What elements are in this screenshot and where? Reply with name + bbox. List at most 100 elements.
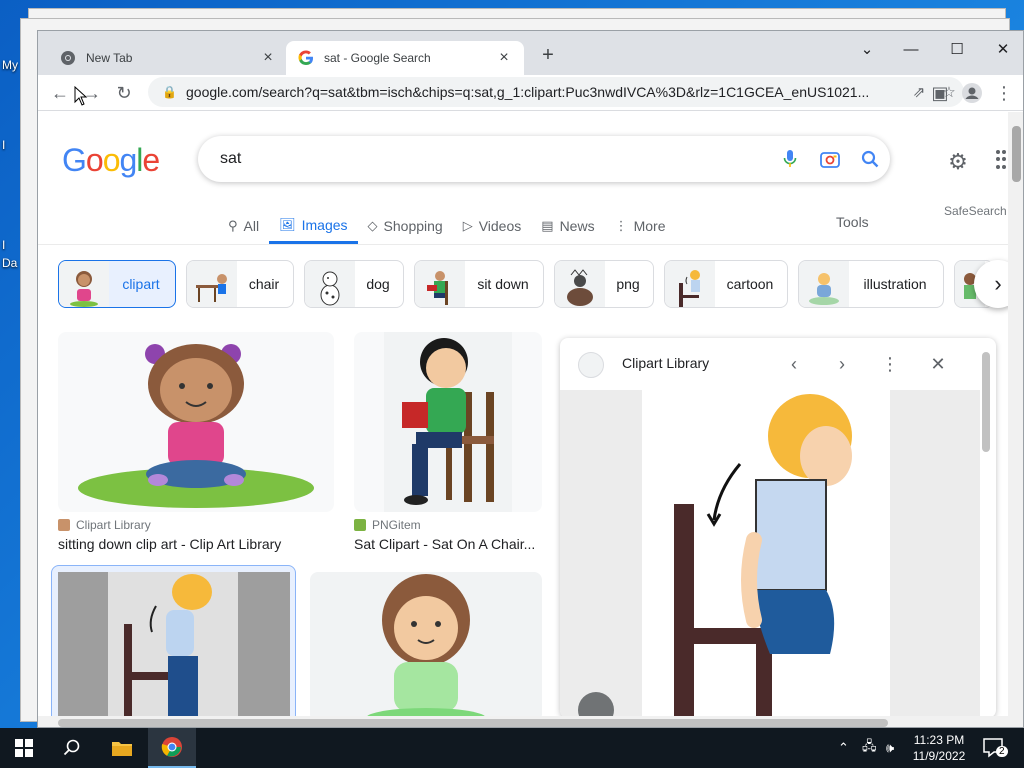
safesearch-label[interactable]: SafeSearch bbox=[944, 204, 1007, 218]
clock-time: 11:23 PM bbox=[913, 733, 965, 747]
preview-image-boy-sitting[interactable] bbox=[560, 390, 980, 716]
side-panel-icon[interactable]: ▣ bbox=[926, 79, 954, 107]
lock-icon[interactable]: 🔒 bbox=[162, 85, 177, 99]
chip-thumbnail bbox=[665, 261, 715, 307]
close-tab-icon[interactable]: × bbox=[260, 49, 276, 66]
address-bar[interactable]: 🔒 google.com/search?q=sat&tbm=isch&chips… bbox=[148, 77, 964, 107]
chip-label: illustration bbox=[863, 276, 927, 292]
browser-window: New Tab × sat - Google Search × + ⌄ — ☐ … bbox=[37, 30, 1024, 728]
chevron-right-icon[interactable]: › bbox=[830, 352, 854, 376]
chevron-left-icon[interactable]: ‹ bbox=[782, 352, 806, 376]
panel-source-title[interactable]: Clipart Library bbox=[622, 355, 709, 371]
search-icon: ⚲ bbox=[228, 218, 238, 233]
url-text[interactable]: google.com/search?q=sat&tbm=isch&chips=q… bbox=[186, 84, 904, 100]
notification-center-icon[interactable]: 2 bbox=[982, 736, 1008, 760]
desktop-icon-label[interactable]: I bbox=[2, 138, 5, 152]
chip-clipart[interactable]: clipart bbox=[58, 260, 176, 308]
camera-lens-icon[interactable] bbox=[810, 139, 850, 179]
chrome-taskbar-icon[interactable] bbox=[148, 728, 196, 768]
chip-sit-down[interactable]: sit down bbox=[414, 260, 544, 308]
result-title[interactable]: sitting down clip art - Clip Art Library bbox=[58, 536, 334, 552]
play-icon: ▷ bbox=[462, 218, 473, 233]
result-image-boy-sitting-selected[interactable] bbox=[51, 565, 296, 716]
tab-images[interactable]: 🖼 Images bbox=[269, 208, 358, 244]
system-clock[interactable]: 11:23 PM 11/9/2022 bbox=[908, 732, 970, 764]
chip-png[interactable]: png bbox=[554, 260, 654, 308]
chip-label: sit down bbox=[477, 276, 529, 292]
page-vertical-scrollbar[interactable] bbox=[1008, 112, 1023, 727]
chip-thumbnail bbox=[415, 261, 465, 307]
desktop-icon-label[interactable]: I bbox=[2, 238, 5, 252]
tab-strip: New Tab × sat - Google Search × + ⌄ — ☐ … bbox=[38, 31, 1023, 75]
chip-dog[interactable]: dog bbox=[304, 260, 404, 308]
back-button[interactable]: ← bbox=[46, 79, 74, 107]
result-image-girl-meditating[interactable] bbox=[310, 572, 542, 716]
result-image-boy-reading-chair[interactable] bbox=[354, 332, 542, 512]
new-tab-button[interactable]: + bbox=[538, 45, 558, 65]
chip-illustration[interactable]: illustration bbox=[798, 260, 944, 308]
more-vert-icon[interactable]: ⋮ bbox=[878, 352, 902, 376]
tab-sat-google-search[interactable]: sat - Google Search × bbox=[286, 41, 524, 75]
search-box[interactable]: sat bbox=[198, 136, 890, 182]
minimize-button[interactable]: — bbox=[888, 35, 934, 63]
site-favicon bbox=[58, 519, 70, 531]
tab-shopping[interactable]: ◇ Shopping bbox=[358, 208, 453, 244]
notification-count: 2 bbox=[996, 746, 1008, 757]
scroll-thumb[interactable] bbox=[58, 719, 888, 727]
reload-button[interactable]: ↻ bbox=[110, 79, 138, 107]
clock-date: 11/9/2022 bbox=[912, 749, 966, 763]
volume-icon[interactable]: 🕪 bbox=[886, 728, 894, 768]
google-logo[interactable]: Google bbox=[62, 142, 160, 179]
microphone-icon[interactable] bbox=[770, 139, 810, 179]
desktop-icon-label[interactable]: Da bbox=[2, 256, 17, 270]
windows-start-icon[interactable] bbox=[0, 728, 48, 768]
google-apps-icon[interactable] bbox=[996, 150, 1008, 170]
tab-videos[interactable]: ▷ Videos bbox=[453, 208, 532, 244]
chip-thumbnail bbox=[187, 261, 237, 307]
tools-button[interactable]: Tools bbox=[836, 214, 869, 230]
close-tab-icon[interactable]: × bbox=[496, 49, 512, 66]
maximize-button[interactable]: ☐ bbox=[934, 35, 980, 63]
close-icon[interactable]: ✕ bbox=[926, 352, 950, 376]
tab-label: sat - Google Search bbox=[324, 51, 431, 65]
close-window-button[interactable]: ✕ bbox=[980, 35, 1023, 63]
news-icon: ▤ bbox=[541, 218, 554, 233]
search-input[interactable]: sat bbox=[220, 150, 770, 168]
result-source[interactable]: Clipart Library bbox=[58, 518, 151, 532]
tab-label: Images bbox=[301, 216, 348, 233]
tab-new-tab[interactable]: New Tab × bbox=[48, 41, 288, 75]
chip-label: chair bbox=[248, 276, 280, 292]
tab-label: More bbox=[633, 218, 666, 234]
tab-search-icon[interactable]: ⌄ bbox=[844, 35, 890, 63]
search-icon[interactable] bbox=[850, 139, 890, 179]
result-image-girl-sitting[interactable] bbox=[58, 332, 334, 512]
tab-news[interactable]: ▤ News bbox=[531, 208, 604, 244]
panel-scrollbar[interactable] bbox=[982, 352, 990, 452]
desktop-icon-label[interactable]: My bbox=[2, 58, 18, 72]
profile-avatar-icon[interactable] bbox=[958, 79, 986, 107]
tab-label: Shopping bbox=[383, 218, 443, 234]
file-explorer-icon[interactable] bbox=[98, 728, 146, 768]
settings-gear-icon[interactable]: ⚙ bbox=[944, 148, 972, 176]
chrome-menu-icon[interactable]: ⋮ bbox=[990, 79, 1018, 107]
chip-label: png bbox=[616, 276, 640, 292]
chip-thumbnail bbox=[305, 261, 355, 307]
tab-more[interactable]: ⋮ More bbox=[605, 208, 676, 244]
show-hidden-icons[interactable]: ⌃ bbox=[838, 728, 849, 768]
chip-label: dog bbox=[366, 276, 390, 292]
site-favicon bbox=[354, 519, 366, 531]
result-source[interactable]: PNGitem bbox=[354, 518, 421, 532]
image-icon: 🖼 bbox=[279, 216, 296, 232]
divider bbox=[38, 244, 1008, 245]
chip-cartoon[interactable]: cartoon bbox=[664, 260, 788, 308]
search-icon[interactable] bbox=[48, 728, 96, 768]
tab-all[interactable]: ⚲ All bbox=[218, 208, 269, 244]
chip-thumbnail bbox=[555, 261, 605, 307]
tab-label: New Tab bbox=[86, 51, 133, 65]
google-g-icon bbox=[298, 50, 314, 66]
page-horizontal-scrollbar[interactable] bbox=[38, 716, 1008, 727]
chip-chair[interactable]: chair bbox=[186, 260, 294, 308]
scroll-thumb[interactable] bbox=[1012, 126, 1021, 182]
result-title[interactable]: Sat Clipart - Sat On A Chair... bbox=[354, 536, 538, 552]
network-icon[interactable]: 🖧 bbox=[862, 728, 877, 768]
